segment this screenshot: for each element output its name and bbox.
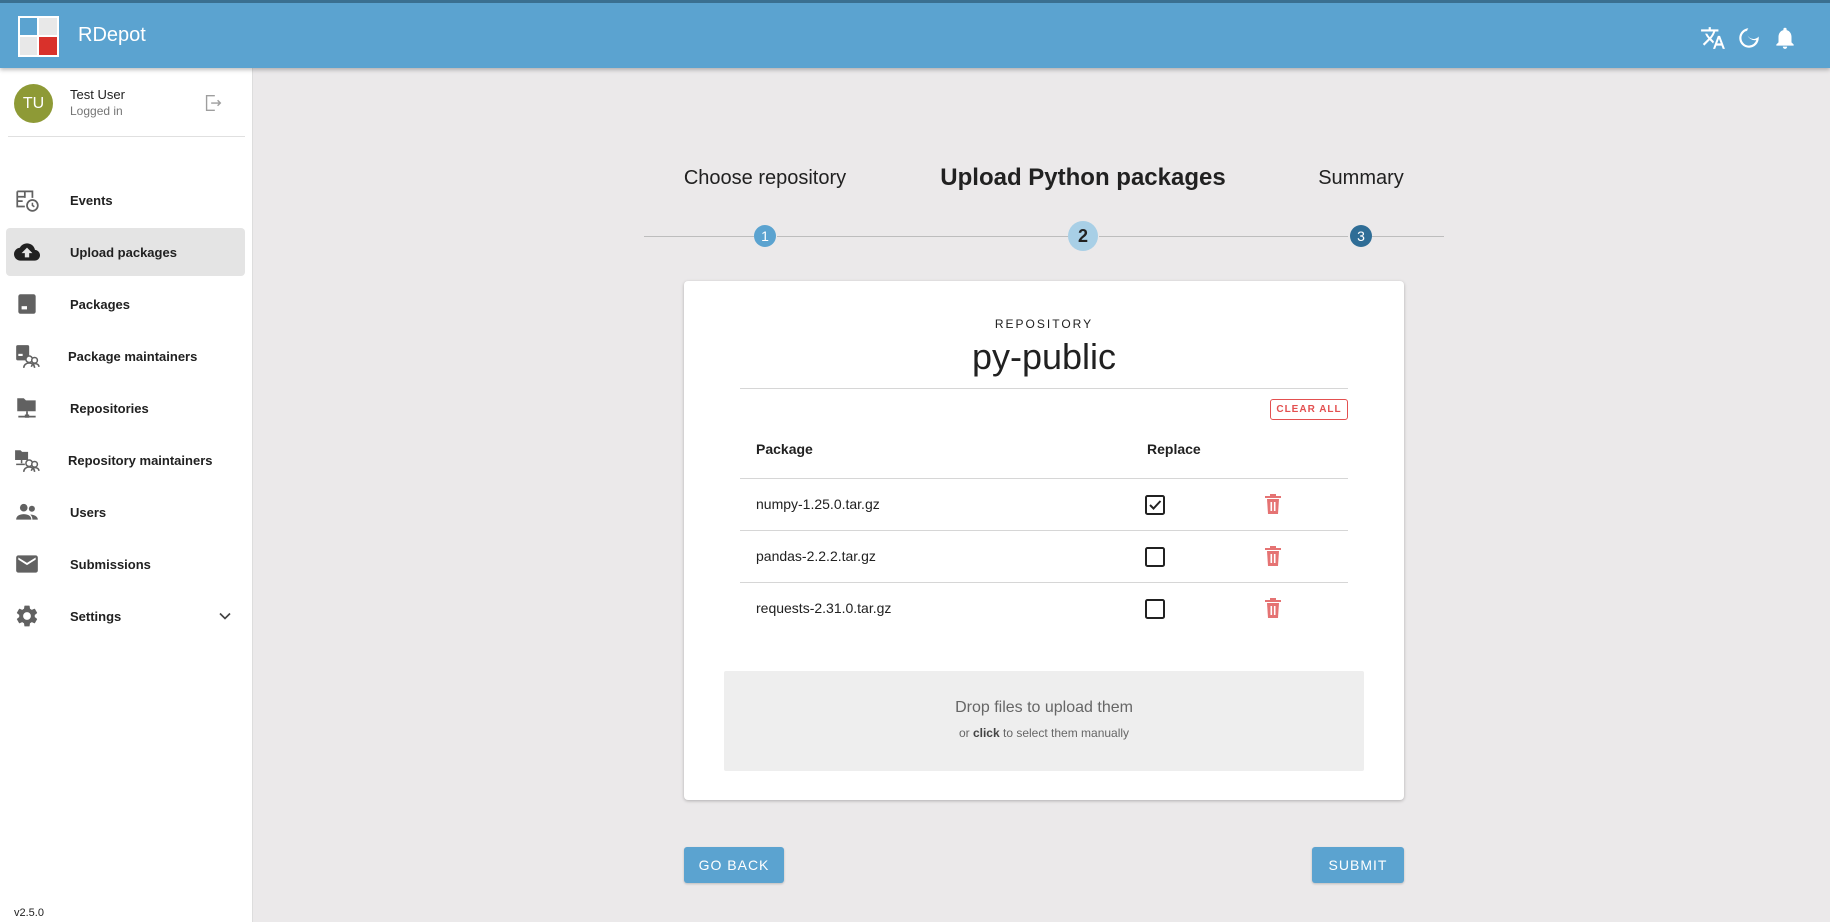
step-2-indicator: 2	[1068, 221, 1098, 251]
avatar: TU	[14, 84, 53, 123]
sidebar-item-submissions[interactable]: Submissions	[6, 540, 245, 588]
step-title-upload: Upload Python packages	[940, 164, 1226, 191]
package-filename: requests-2.31.0.tar.gz	[756, 600, 892, 616]
logout-icon[interactable]	[202, 92, 224, 114]
dropzone-subtitle: or click to select them manually	[724, 726, 1364, 740]
sidebar-item-label: Settings	[70, 608, 122, 624]
sidebar-item-settings[interactable]: Settings	[6, 592, 245, 640]
dropzone-title: Drop files to upload them	[955, 699, 1133, 716]
sidebar-item-label: Submissions	[70, 556, 151, 572]
step-connector	[1099, 236, 1348, 237]
app-title[interactable]: RDepot	[78, 24, 146, 47]
column-header-replace: Replace	[1147, 441, 1201, 457]
user-status: Logged in	[70, 104, 123, 118]
dropzone-click-link[interactable]: click	[973, 726, 1000, 740]
sidebar-item-label: Upload packages	[70, 244, 177, 260]
table-row: pandas-2.2.2.tar.gz	[740, 530, 1348, 582]
chevron-down-icon[interactable]	[215, 606, 235, 626]
step-connector	[777, 236, 1068, 237]
sidebar-item-label: Users	[70, 504, 107, 520]
replace-checkbox[interactable]	[1145, 599, 1165, 619]
sidebar-item-label: Package maintainers	[68, 348, 198, 364]
table-row: requests-2.31.0.tar.gz	[740, 582, 1348, 634]
sidebar-item-label: Repositories	[70, 400, 149, 416]
rdepot-logo	[18, 16, 59, 57]
repository-name: py-public	[971, 336, 1117, 377]
sidebar-item-upload-packages[interactable]: Upload packages	[6, 228, 245, 276]
column-header-package: Package	[756, 441, 813, 457]
sidebar-item-label: Events	[70, 192, 113, 208]
package-filename: numpy-1.25.0.tar.gz	[756, 496, 880, 512]
delete-icon[interactable]	[1264, 494, 1282, 514]
sidebar-item-events[interactable]: Events	[6, 176, 245, 224]
divider	[740, 388, 1348, 389]
sidebar-item-repositories[interactable]: Repositories	[6, 384, 245, 432]
table-row: numpy-1.25.0.tar.gz	[740, 478, 1348, 530]
dark-mode-icon[interactable]	[1736, 25, 1762, 51]
dropzone-sub-suffix: to select them manually	[1003, 726, 1130, 740]
events-icon	[16, 190, 39, 212]
delete-icon[interactable]	[1264, 598, 1282, 618]
step-1-indicator[interactable]: 1	[754, 225, 776, 247]
package-filename: pandas-2.2.2.tar.gz	[756, 548, 876, 564]
dropzone-sub-prefix: or	[958, 726, 970, 740]
sidebar-item-users[interactable]: Users	[6, 488, 245, 536]
user-block: TU Test User Logged in	[0, 68, 253, 137]
replace-checkbox[interactable]	[1145, 547, 1165, 567]
user-name: Test User	[70, 87, 125, 102]
folder-network-icon	[17, 398, 36, 418]
clear-all-button[interactable]: CLEAR ALL	[1270, 399, 1348, 420]
app-bar: RDepot	[0, 0, 1830, 68]
step-title-summary: Summary	[1318, 167, 1404, 189]
sidebar-item-repository-maintainers[interactable]: Repository maintainers	[6, 436, 245, 484]
mail-icon	[16, 555, 38, 573]
users-icon	[16, 503, 38, 520]
delete-icon[interactable]	[1264, 546, 1282, 566]
step-3-indicator: 3	[1350, 225, 1372, 247]
repository-maintainers-icon	[15, 450, 40, 472]
sidebar-item-label: Packages	[70, 296, 130, 312]
sidebar: TU Test User Logged in Events Upload pac…	[0, 68, 253, 922]
step-connector	[644, 236, 754, 237]
sidebar-item-packages[interactable]: Packages	[6, 280, 245, 328]
notifications-icon[interactable]	[1772, 25, 1798, 51]
gear-icon	[16, 605, 38, 627]
repository-label: REPOSITORY	[994, 317, 1094, 331]
cloud-upload-icon	[14, 243, 40, 261]
step-connector	[1372, 236, 1444, 237]
submit-button[interactable]: SUBMIT	[1312, 847, 1404, 883]
step-title-choose-repository: Choose repository	[683, 167, 847, 189]
package-maintainers-icon	[16, 345, 40, 368]
sidebar-divider	[8, 136, 245, 137]
app-version: v2.5.0	[14, 907, 44, 919]
sidebar-item-label: Repository maintainers	[68, 452, 213, 468]
package-icon	[18, 294, 36, 314]
file-dropzone[interactable]: Drop files to upload them or click to se…	[724, 671, 1364, 771]
sidebar-item-package-maintainers[interactable]: Package maintainers	[6, 332, 245, 380]
go-back-button[interactable]: GO BACK	[684, 847, 784, 883]
translate-icon[interactable]	[1700, 25, 1726, 51]
upload-card: REPOSITORY py-public CLEAR ALL Package R…	[684, 281, 1404, 800]
replace-checkbox-checked[interactable]	[1145, 495, 1165, 515]
